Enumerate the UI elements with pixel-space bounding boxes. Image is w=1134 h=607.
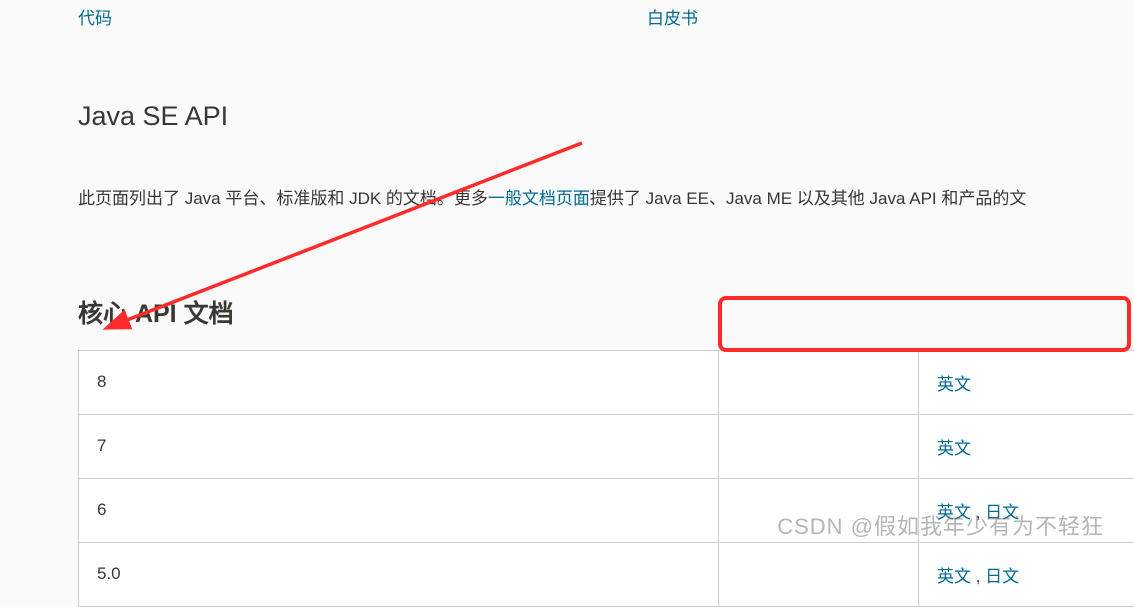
top-nav: 代码 白皮书 (78, 0, 1134, 29)
lang-link[interactable]: 英文 (937, 375, 971, 394)
table-row: 7 英文 (79, 414, 1134, 478)
version-cell: 8 (79, 350, 719, 414)
middle-cell (719, 542, 919, 606)
page-title: Java SE API (78, 101, 1134, 132)
separator: , (971, 567, 985, 586)
version-cell: 6 (79, 478, 719, 542)
version-cell: 5.0 (79, 542, 719, 606)
middle-cell (719, 414, 919, 478)
nav-link-code[interactable]: 代码 (78, 4, 112, 29)
intro-before: 此页面列出了 Java 平台、标准版和 JDK 的文档。更多 (78, 189, 488, 208)
lang-link[interactable]: 日文 (985, 503, 1019, 522)
separator: , (971, 503, 985, 522)
intro-after: 提供了 Java EE、Java ME 以及其他 Java API 和产品的文 (590, 189, 1026, 208)
lang-link[interactable]: 英文 (937, 503, 971, 522)
middle-cell (719, 478, 919, 542)
section-title: 核心 API 文档 (78, 294, 1134, 330)
lang-link[interactable]: 日文 (985, 567, 1019, 586)
version-cell: 7 (79, 414, 719, 478)
intro-text: 此页面列出了 Java 平台、标准版和 JDK 的文档。更多一般文档页面提供了 … (78, 186, 1134, 212)
table-row: 8 英文 (79, 350, 1134, 414)
api-docs-table: 8 英文 7 英文 6 英文 , 日文 5.0 英文 , 日文 (78, 350, 1134, 607)
lang-link[interactable]: 英文 (937, 439, 971, 458)
table-row: 6 英文 , 日文 (79, 478, 1134, 542)
langs-cell: 英文 (919, 414, 1134, 478)
general-docs-link[interactable]: 一般文档页面 (488, 189, 590, 208)
nav-link-whitepaper[interactable]: 白皮书 (647, 4, 698, 29)
langs-cell: 英文 , 日文 (919, 542, 1134, 606)
middle-cell (719, 350, 919, 414)
langs-cell: 英文 (919, 350, 1134, 414)
lang-link[interactable]: 英文 (937, 567, 971, 586)
table-row: 5.0 英文 , 日文 (79, 542, 1134, 606)
langs-cell: 英文 , 日文 (919, 478, 1134, 542)
